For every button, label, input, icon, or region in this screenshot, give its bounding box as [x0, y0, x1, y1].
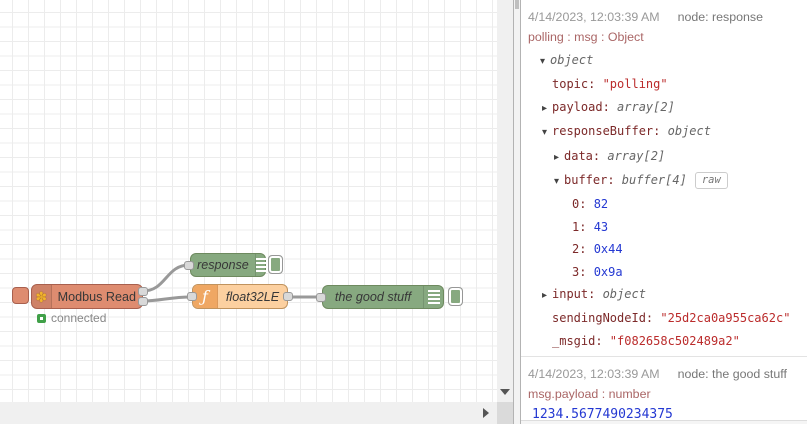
debug-message-meta: 4/14/2023, 12:03:39 AM node: the good st… [528, 364, 801, 384]
tree-row: 1: 43 [572, 219, 609, 234]
scroll-right-icon [483, 408, 489, 418]
response-debug-node[interactable]: response [190, 253, 268, 277]
tree-row: 3: 0x9a [572, 264, 623, 279]
response-debug-toggle-button[interactable] [268, 255, 283, 274]
response-node-label: response [197, 258, 249, 272]
function-input-port[interactable] [187, 292, 197, 301]
modbus-node-label: Modbus Read [57, 289, 136, 304]
tree-row: ▸ data: array[2] [528, 145, 801, 169]
scroll-right-button[interactable] [477, 402, 495, 424]
tree-row: 0: 82 [572, 197, 609, 212]
tree-row: ▸ input: object [528, 283, 801, 307]
debug-source-node: node: response [677, 10, 764, 24]
tree-row: ▸ payload: array[2] [528, 96, 801, 120]
tree-row: 2: 0x44 [572, 242, 623, 257]
vertical-scrollbar[interactable] [497, 0, 513, 402]
goodstuff-debug-node[interactable]: the good stuff [322, 285, 444, 309]
node-red-window: ✽ Modbus Read connected response ƒ float… [0, 0, 807, 424]
sidebar-separator[interactable] [513, 0, 521, 424]
tree-row: ▾ responseBuffer: object [528, 120, 801, 144]
modbus-inject-button[interactable] [12, 287, 29, 304]
debug-timestamp: 4/14/2023, 12:03:39 AM [528, 10, 660, 24]
wire-modbus-to-response [141, 263, 191, 293]
expand-arrow-icon[interactable]: ▸ [554, 147, 564, 169]
goodstuff-node-label: the good stuff [334, 290, 412, 304]
modbus-status: connected [37, 311, 106, 325]
function-node-label: float32LE [225, 289, 280, 304]
collapse-arrow-icon[interactable]: ▾ [542, 122, 552, 144]
debug-message-meta: 4/14/2023, 12:03:39 AM node: response [528, 7, 801, 27]
modbus-flower-icon: ✽ [35, 288, 48, 305]
modbus-node-icon: ✽ [32, 285, 52, 308]
collapse-arrow-icon[interactable]: ▾ [540, 51, 550, 73]
goodstuff-input-port[interactable] [316, 293, 326, 302]
debug-object-tree: ▾ object topic: "polling" ▸ payload: array… [528, 49, 801, 352]
modbus-output-port-1[interactable] [138, 287, 148, 296]
response-input-port[interactable] [184, 261, 194, 270]
goodstuff-output-select [423, 286, 443, 308]
debug-sidebar: 4/14/2023, 12:03:39 AM node: response po… [521, 0, 807, 424]
hamburger-icon [427, 290, 440, 304]
status-square-icon [37, 313, 46, 323]
expand-arrow-icon[interactable]: ▸ [542, 98, 552, 120]
debug-message[interactable]: 4/14/2023, 12:03:39 AM node: the good st… [521, 356, 807, 424]
tree-row: sendingNodeId: "25d2ca0a955ca62c" [552, 311, 791, 326]
status-label: connected [51, 311, 107, 325]
next-message-edge [521, 420, 807, 424]
scroll-down-button[interactable] [497, 384, 513, 400]
function-f-icon: ƒ [202, 286, 208, 306]
flow-canvas[interactable]: ✽ Modbus Read connected response ƒ float… [0, 0, 497, 402]
horizontal-scrollbar[interactable] [0, 402, 497, 424]
tree-row: ▾ object [528, 49, 801, 73]
separator-grip[interactable] [515, 0, 519, 9]
debug-message-path: polling : msg : Object [528, 30, 644, 44]
scroll-down-icon [500, 389, 510, 395]
wires [141, 263, 323, 303]
tree-row: _msgid: "f082658c502489a2" [552, 333, 740, 348]
scrollbar-corner [497, 402, 513, 424]
tree-row: ▾ buffer: buffer[4] raw [528, 169, 801, 193]
response-output-select [254, 254, 268, 276]
debug-message-path: msg.payload : number [528, 387, 651, 402]
function-output-port[interactable] [283, 292, 293, 301]
debug-source-node: node: the good stuff [677, 367, 787, 382]
hamburger-icon [255, 258, 268, 272]
collapse-arrow-icon[interactable]: ▾ [554, 171, 564, 193]
debug-timestamp: 4/14/2023, 12:03:39 AM [528, 367, 660, 382]
tree-row: topic: "polling" [552, 77, 668, 92]
debug-message[interactable]: 4/14/2023, 12:03:39 AM node: response po… [521, 0, 807, 356]
wire-modbus-to-function [141, 295, 193, 303]
goodstuff-debug-toggle-button[interactable] [448, 287, 463, 306]
modbus-output-port-2[interactable] [138, 297, 148, 306]
expand-arrow-icon[interactable]: ▸ [542, 285, 552, 307]
function-node[interactable]: ƒ float32LE [192, 284, 288, 309]
raw-button[interactable]: raw [694, 172, 728, 190]
modbus-read-node[interactable]: ✽ Modbus Read [31, 284, 143, 309]
